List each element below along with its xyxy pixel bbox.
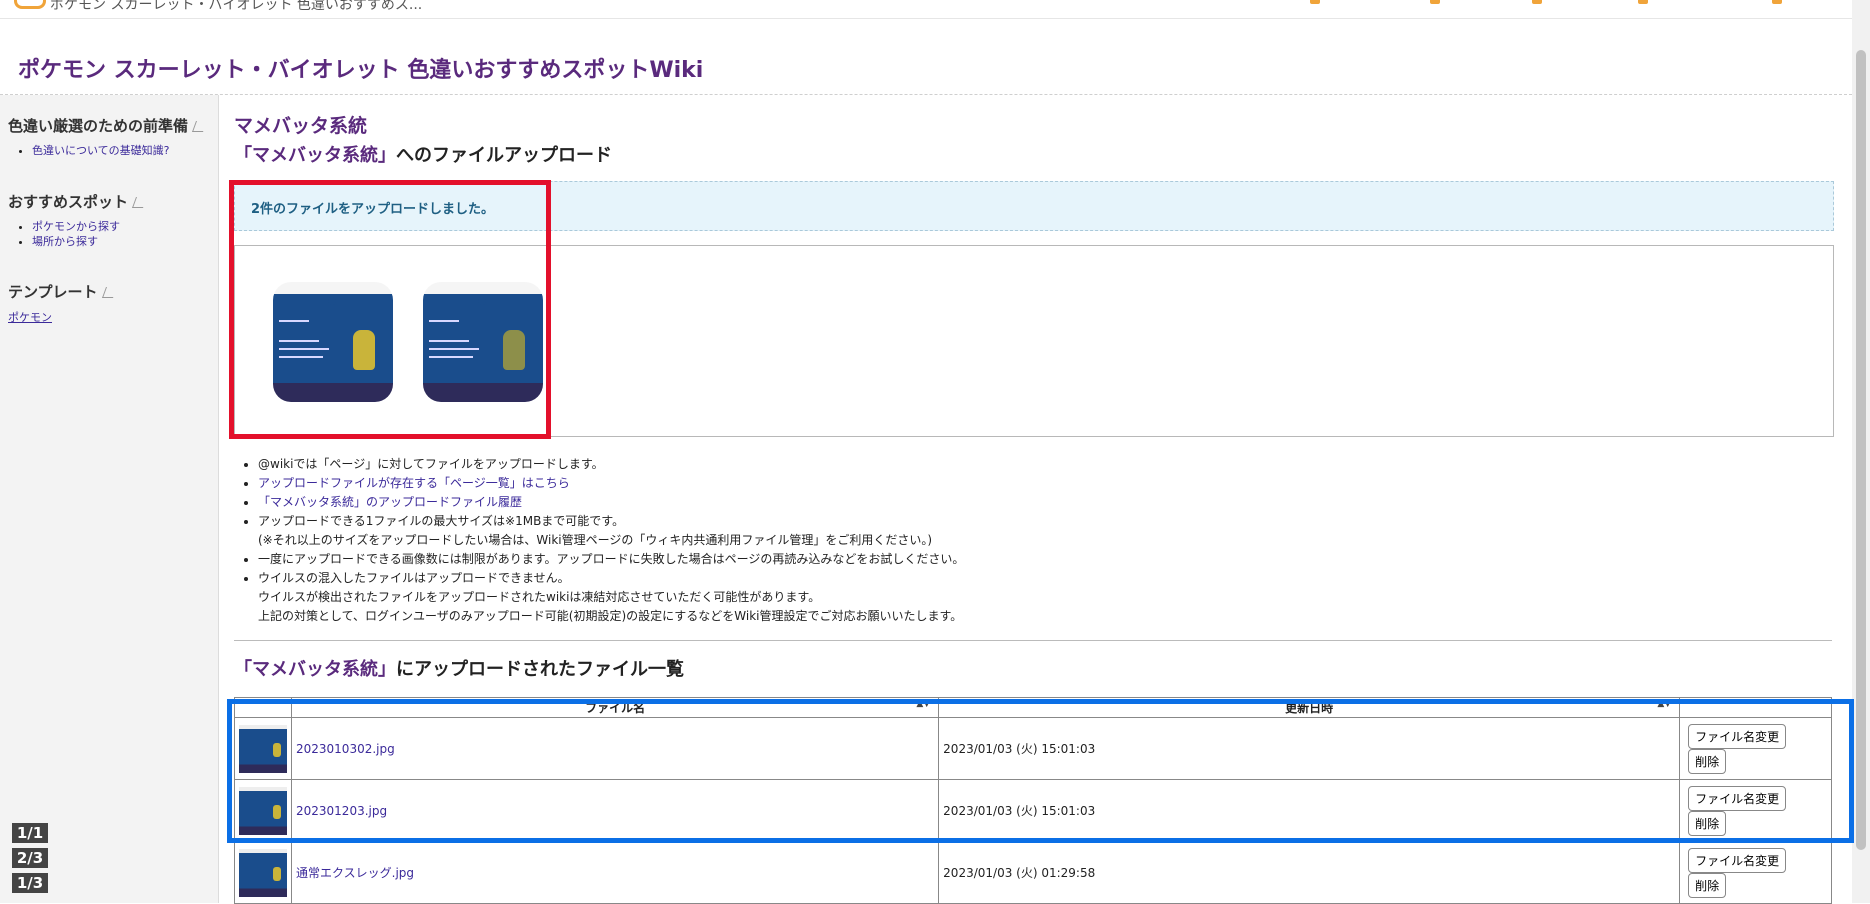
list-item: アップロードファイルが存在する「ページ一覧」はこちら xyxy=(258,474,1758,493)
page-counter: 1/1 xyxy=(12,823,48,843)
file-list-heading: 「マメバッタ系統」にアップロードされたファイル一覧 xyxy=(234,655,684,681)
toolbar-icon[interactable] xyxy=(1430,0,1440,4)
list-item: アップロードできる1ファイルの最大サイズは※1MBまで可能です。(※それ以上のサ… xyxy=(258,512,1758,550)
site-logo-icon xyxy=(14,0,46,9)
file-list-heading-page[interactable]: 「マメバッタ系統」 xyxy=(234,659,396,680)
uploaded-image-thumbnail[interactable] xyxy=(273,282,393,402)
sidebar-list-spots: ポケモンから探す 場所から探す xyxy=(18,219,120,249)
page-title[interactable]: マメバッタ系統 xyxy=(234,111,367,138)
toolbar-icon[interactable] xyxy=(1310,0,1320,4)
page-list-link[interactable]: アップロードファイルが存在する「ページ一覧」はこちら xyxy=(258,476,570,490)
tab-title[interactable]: ポケモン スカーレット・バイオレット 色違いおすすめス... xyxy=(50,0,422,14)
upload-heading-page[interactable]: 「マメバッタ系統」 xyxy=(234,145,396,166)
sidebar-list-preparation: 色違いについての基礎知識? xyxy=(18,143,170,158)
sidebar-link-basics[interactable]: 色違いについての基礎知識? xyxy=(32,144,170,157)
sidebar-heading-template: テンプレート xyxy=(8,281,117,302)
sidebar-heading-spots: おすすめスポット xyxy=(8,191,148,212)
sort-icon[interactable]: ▲▼ xyxy=(916,699,930,709)
rename-button[interactable]: ファイル名変更 xyxy=(1688,785,1787,811)
file-name-link[interactable]: 2023010302.jpg xyxy=(296,742,395,756)
browser-tab-bar: ポケモン スカーレット・バイオレット 色違いおすすめス... xyxy=(0,0,1852,19)
site-title[interactable]: ポケモン スカーレット・バイオレット 色違いおすすめスポットWiki xyxy=(18,52,703,84)
list-item: 場所から探す xyxy=(32,234,120,249)
header-divider xyxy=(0,94,1852,95)
toolbar-icon[interactable] xyxy=(1638,0,1648,4)
delete-button[interactable]: 削除 xyxy=(1688,810,1727,836)
page-counter: 1/3 xyxy=(12,873,48,893)
list-item: 一度にアップロードできる画像数には制限があります。アップロードに失敗した場合はペ… xyxy=(258,550,1758,569)
notice-text: 2件のファイルをアップロードしました。 xyxy=(251,202,495,217)
list-item: 色違いについての基礎知識? xyxy=(32,143,170,158)
upload-heading: 「マメバッタ系統」へのファイルアップロード xyxy=(234,141,612,167)
list-item: ウイルスの混入したファイルはアップロードできません。ウイルスが検出されたファイル… xyxy=(258,569,1758,626)
edit-icon[interactable] xyxy=(192,121,208,132)
edit-icon[interactable] xyxy=(101,287,117,298)
upload-preview-area xyxy=(234,245,1834,437)
sidebar-link-pokemon[interactable]: ポケモン xyxy=(8,309,52,325)
rename-button[interactable]: ファイル名変更 xyxy=(1688,847,1787,873)
section-divider xyxy=(234,640,1832,641)
delete-button[interactable]: 削除 xyxy=(1688,872,1727,898)
thumbnail-column-header xyxy=(234,697,292,718)
table-row: 通常エクスレッグ.jpg 2023/01/03 (火) 01:29:58 ファイ… xyxy=(234,841,1832,904)
sort-icon[interactable]: ▲▼ xyxy=(1657,699,1671,709)
file-thumbnail[interactable] xyxy=(239,786,287,835)
file-updated: 2023/01/03 (火) 01:29:58 xyxy=(938,841,1681,904)
file-name-link[interactable]: 通常エクスレッグ.jpg xyxy=(296,866,414,880)
sidebar-link-by-place[interactable]: 場所から探す xyxy=(32,235,98,248)
sidebar: 色違い厳選のための前準備 色違いについての基礎知識? おすすめスポット ポケモン… xyxy=(0,95,219,903)
scrollbar-thumb[interactable] xyxy=(1856,50,1866,850)
actions-column-header xyxy=(1679,697,1832,718)
upload-heading-text: へのファイルアップロード xyxy=(396,145,612,166)
page-counter: 2/3 xyxy=(12,848,48,868)
file-thumbnail[interactable] xyxy=(239,848,287,897)
edit-icon[interactable] xyxy=(132,197,148,208)
uploaded-image-thumbnail[interactable] xyxy=(423,282,543,402)
toolbar-icon[interactable] xyxy=(1532,0,1542,4)
file-updated: 2023/01/03 (火) 15:01:03 xyxy=(938,779,1681,842)
file-table: ファイル名 ▲▼ 更新日時 ▲▼ 2023010302.jpg 2023/01/03… xyxy=(234,697,1832,904)
updated-column-header[interactable]: 更新日時 ▲▼ xyxy=(938,697,1681,718)
file-updated: 2023/01/03 (火) 15:01:03 xyxy=(938,717,1681,780)
upload-info-list: @wikiでは「ページ」に対してファイルをアップロードします。 アップロードファ… xyxy=(234,455,1758,626)
sidebar-link-by-pokemon[interactable]: ポケモンから探す xyxy=(32,220,120,233)
upload-success-notice: 2件のファイルをアップロードしました。 xyxy=(234,181,1834,231)
sidebar-heading-preparation: 色違い厳選のための前準備 xyxy=(8,115,208,136)
list-item: @wikiでは「ページ」に対してファイルをアップロードします。 xyxy=(258,455,1758,474)
delete-button[interactable]: 削除 xyxy=(1688,748,1727,774)
rename-button[interactable]: ファイル名変更 xyxy=(1688,723,1787,749)
filename-column-header[interactable]: ファイル名 ▲▼ xyxy=(290,697,940,718)
file-thumbnail[interactable] xyxy=(239,724,287,773)
list-item: ポケモンから探す xyxy=(32,219,120,234)
toolbar-icon[interactable] xyxy=(1772,0,1782,4)
table-header-row: ファイル名 ▲▼ 更新日時 ▲▼ xyxy=(234,697,1832,718)
file-list-heading-text: にアップロードされたファイル一覧 xyxy=(396,659,684,680)
file-name-link[interactable]: 202301203.jpg xyxy=(296,804,387,818)
table-row: 202301203.jpg 2023/01/03 (火) 15:01:03 ファ… xyxy=(234,779,1832,842)
table-row: 2023010302.jpg 2023/01/03 (火) 15:01:03 フ… xyxy=(234,717,1832,780)
page-scrollbar[interactable] xyxy=(1852,0,1870,903)
list-item: 「マメバッタ系統」のアップロードファイル履歴 xyxy=(258,493,1758,512)
upload-history-link[interactable]: 「マメバッタ系統」のアップロードファイル履歴 xyxy=(258,495,522,509)
